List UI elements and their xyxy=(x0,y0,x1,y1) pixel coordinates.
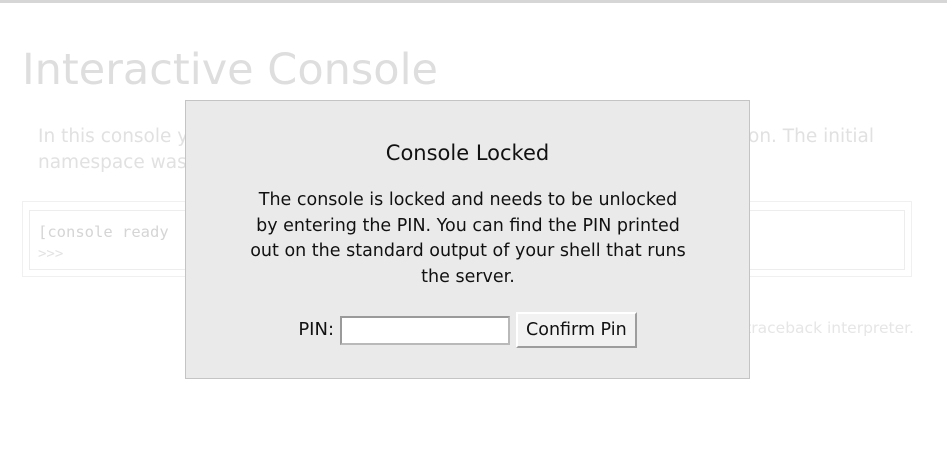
intro-fragment-right: on. The initial xyxy=(748,126,874,147)
pin-label: PIN: xyxy=(298,319,335,340)
pin-input[interactable] xyxy=(340,315,511,345)
confirm-pin-button[interactable]: Confirm Pin xyxy=(516,312,637,348)
intro-fragment-left: In this console yo xyxy=(38,126,200,147)
page-title: Interactive Console xyxy=(22,45,438,95)
footer-note: traceback interpreter. xyxy=(745,319,914,337)
pin-form: PIN: Confirm Pin xyxy=(186,312,749,348)
console-locked-dialog: Console Locked The console is locked and… xyxy=(185,100,750,379)
dialog-title: Console Locked xyxy=(385,141,550,165)
dialog-message: The console is locked and needs to be un… xyxy=(250,190,686,287)
intro-fragment-left-2: namespace was c xyxy=(38,152,203,173)
